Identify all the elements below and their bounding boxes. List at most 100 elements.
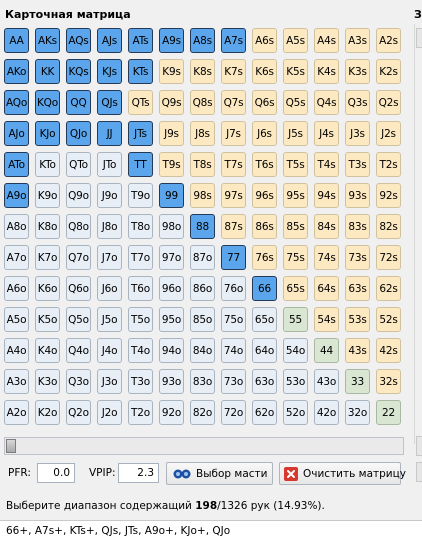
hand-cell-54s[interactable]: 54s [314, 307, 339, 332]
hand-cell-QTs[interactable]: QTs [128, 90, 153, 115]
hand-cell-T7s[interactable]: T7s [221, 152, 246, 177]
hand-cell-94o[interactable]: 94o [159, 338, 184, 363]
hand-cell-J2o[interactable]: J2o [97, 400, 122, 425]
hand-cell-KQo[interactable]: KQo [35, 90, 60, 115]
hand-cell-64s[interactable]: 64s [314, 276, 339, 301]
hand-cell-74o[interactable]: 74o [221, 338, 246, 363]
side-panel-control[interactable] [416, 436, 422, 456]
hand-cell-T6s[interactable]: T6s [252, 152, 277, 177]
side-panel-control[interactable] [416, 462, 422, 482]
hand-cell-AKo[interactable]: AKo [4, 59, 29, 84]
hand-cell-Q9o[interactable]: Q9o [66, 183, 91, 208]
hand-cell-43s[interactable]: 43s [345, 338, 370, 363]
hand-cell-K2o[interactable]: K2o [35, 400, 60, 425]
hand-cell-T9s[interactable]: T9s [159, 152, 184, 177]
hand-cell-96s[interactable]: 96s [252, 183, 277, 208]
hand-cell-83s[interactable]: 83s [345, 214, 370, 239]
hand-cell-Q8s[interactable]: Q8s [190, 90, 215, 115]
hand-cell-K9o[interactable]: K9o [35, 183, 60, 208]
hand-cell-87s[interactable]: 87s [221, 214, 246, 239]
hand-cell-53o[interactable]: 53o [283, 369, 308, 394]
hand-cell-T8s[interactable]: T8s [190, 152, 215, 177]
hand-cell-43o[interactable]: 43o [314, 369, 339, 394]
hand-cell-JJ[interactable]: JJ [97, 121, 122, 146]
hand-cell-QJo[interactable]: QJo [66, 121, 91, 146]
suit-select-button[interactable]: Выбор масти [166, 462, 273, 485]
scrollbar-thumb[interactable] [6, 439, 16, 453]
hand-cell-92o[interactable]: 92o [159, 400, 184, 425]
hand-cell-72s[interactable]: 72s [376, 245, 401, 270]
hand-cell-K5o[interactable]: K5o [35, 307, 60, 332]
hand-cell-94s[interactable]: 94s [314, 183, 339, 208]
hand-cell-JTo[interactable]: JTo [97, 152, 122, 177]
hand-cell-77[interactable]: 77 [221, 245, 246, 270]
hand-cell-84o[interactable]: 84o [190, 338, 215, 363]
hand-cell-98s[interactable]: 98s [190, 183, 215, 208]
hand-cell-TT[interactable]: TT [128, 152, 153, 177]
matrix-scrollbar[interactable] [4, 437, 404, 455]
hand-cell-T3o[interactable]: T3o [128, 369, 153, 394]
range-text-field[interactable]: 66+, A7s+, KTs+, QJs, JTs, A9o+, KJo+, Q… [0, 520, 422, 542]
hand-cell-K9s[interactable]: K9s [159, 59, 184, 84]
hand-cell-Q5o[interactable]: Q5o [66, 307, 91, 332]
hand-cell-44[interactable]: 44 [314, 338, 339, 363]
vpip-input[interactable] [118, 463, 159, 483]
hand-cell-42o[interactable]: 42o [314, 400, 339, 425]
hand-cell-K8s[interactable]: K8s [190, 59, 215, 84]
hand-cell-92s[interactable]: 92s [376, 183, 401, 208]
hand-cell-T2o[interactable]: T2o [128, 400, 153, 425]
hand-cell-J4s[interactable]: J4s [314, 121, 339, 146]
hand-cell-75s[interactable]: 75s [283, 245, 308, 270]
hand-cell-63o[interactable]: 63o [252, 369, 277, 394]
hand-cell-53s[interactable]: 53s [345, 307, 370, 332]
hand-cell-Q2s[interactable]: Q2s [376, 90, 401, 115]
hand-cell-95s[interactable]: 95s [283, 183, 308, 208]
hand-cell-AJo[interactable]: AJo [4, 121, 29, 146]
hand-cell-J2s[interactable]: J2s [376, 121, 401, 146]
hand-cell-K4o[interactable]: K4o [35, 338, 60, 363]
hand-cell-J3s[interactable]: J3s [345, 121, 370, 146]
hand-cell-86o[interactable]: 86o [190, 276, 215, 301]
hand-cell-AKs[interactable]: AKs [35, 28, 60, 53]
hand-cell-87o[interactable]: 87o [190, 245, 215, 270]
hand-cell-72o[interactable]: 72o [221, 400, 246, 425]
hand-cell-A3s[interactable]: A3s [345, 28, 370, 53]
hand-cell-K7o[interactable]: K7o [35, 245, 60, 270]
hand-cell-A7s[interactable]: A7s [221, 28, 246, 53]
hand-cell-65o[interactable]: 65o [252, 307, 277, 332]
hand-cell-75o[interactable]: 75o [221, 307, 246, 332]
side-panel-control[interactable] [416, 28, 422, 48]
hand-cell-A5s[interactable]: A5s [283, 28, 308, 53]
hand-cell-A6o[interactable]: A6o [4, 276, 29, 301]
hand-cell-63s[interactable]: 63s [345, 276, 370, 301]
hand-cell-42s[interactable]: 42s [376, 338, 401, 363]
hand-cell-T7o[interactable]: T7o [128, 245, 153, 270]
hand-cell-A2o[interactable]: A2o [4, 400, 29, 425]
hand-cell-99[interactable]: 99 [159, 183, 184, 208]
hand-cell-J5s[interactable]: J5s [283, 121, 308, 146]
hand-cell-J9o[interactable]: J9o [97, 183, 122, 208]
hand-cell-62o[interactable]: 62o [252, 400, 277, 425]
hand-cell-97s[interactable]: 97s [221, 183, 246, 208]
hand-cell-K3o[interactable]: K3o [35, 369, 60, 394]
hand-cell-AQs[interactable]: AQs [66, 28, 91, 53]
hand-cell-T2s[interactable]: T2s [376, 152, 401, 177]
hand-cell-T8o[interactable]: T8o [128, 214, 153, 239]
hand-cell-93o[interactable]: 93o [159, 369, 184, 394]
hand-cell-QQ[interactable]: QQ [66, 90, 91, 115]
hand-cell-33[interactable]: 33 [345, 369, 370, 394]
hand-cell-52s[interactable]: 52s [376, 307, 401, 332]
hand-cell-Q6o[interactable]: Q6o [66, 276, 91, 301]
hand-cell-54o[interactable]: 54o [283, 338, 308, 363]
hand-cell-KJo[interactable]: KJo [35, 121, 60, 146]
hand-cell-65s[interactable]: 65s [283, 276, 308, 301]
hand-cell-K4s[interactable]: K4s [314, 59, 339, 84]
hand-cell-JTs[interactable]: JTs [128, 121, 153, 146]
hand-cell-55[interactable]: 55 [283, 307, 308, 332]
hand-cell-52o[interactable]: 52o [283, 400, 308, 425]
hand-cell-76s[interactable]: 76s [252, 245, 277, 270]
hand-cell-J9s[interactable]: J9s [159, 121, 184, 146]
hand-cell-85s[interactable]: 85s [283, 214, 308, 239]
hand-cell-Q4s[interactable]: Q4s [314, 90, 339, 115]
hand-cell-QTo[interactable]: QTo [66, 152, 91, 177]
